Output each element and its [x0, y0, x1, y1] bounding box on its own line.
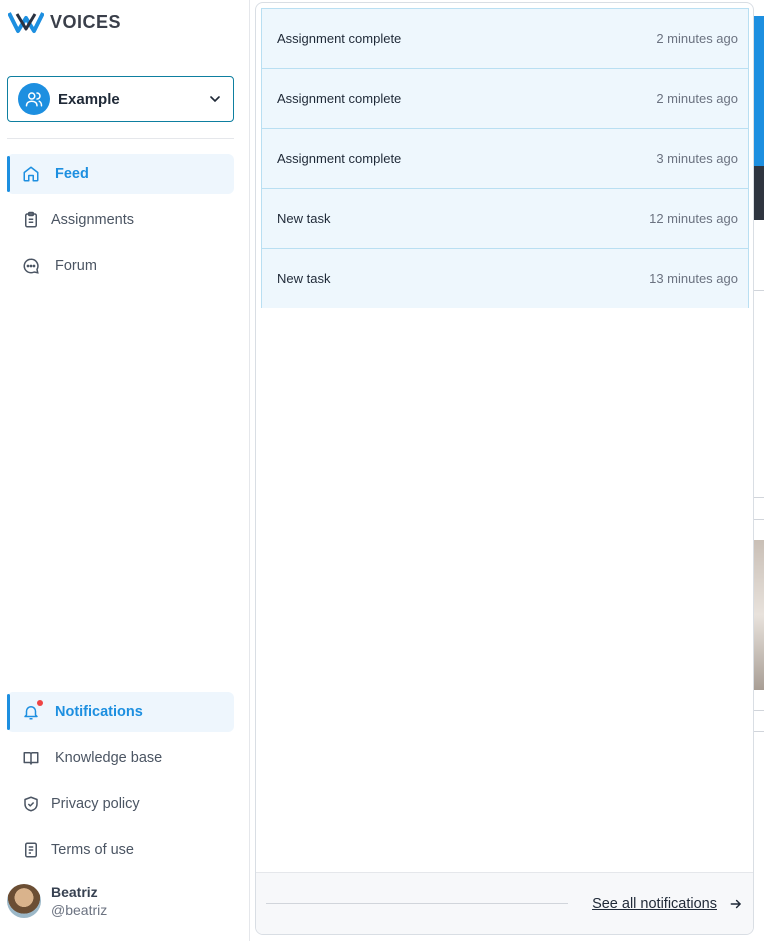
workspace-name: Example — [58, 90, 120, 108]
sidebar-item-label: Knowledge base — [55, 750, 163, 766]
notification-list: Assignment complete 2 minutes ago Assign… — [261, 8, 749, 308]
notification-title: New task — [277, 211, 331, 226]
document-icon — [21, 840, 41, 860]
sidebar: VOICES Example Feed Assignments Forum No… — [0, 0, 250, 941]
see-all-label: See all notifications — [592, 895, 717, 912]
notification-title: Assignment complete — [277, 151, 402, 166]
app-logo[interactable]: VOICES — [8, 10, 121, 34]
workspace-avatar — [18, 83, 50, 115]
sidebar-item-assignments[interactable]: Assignments — [7, 200, 234, 240]
sidebar-item-feed[interactable]: Feed — [7, 154, 234, 194]
sidebar-item-label: Notifications — [55, 704, 143, 720]
notification-item[interactable]: Assignment complete 3 minutes ago — [261, 128, 749, 188]
user-profile[interactable]: Beatriz @beatriz — [7, 884, 107, 918]
sidebar-item-label: Forum — [55, 258, 97, 274]
sidebar-item-label: Feed — [55, 166, 89, 182]
notification-title: Assignment complete — [277, 91, 402, 106]
notification-time: 2 minutes ago — [656, 31, 738, 46]
bell-icon — [21, 700, 43, 722]
notification-item[interactable]: New task 13 minutes ago — [261, 248, 749, 308]
notification-item[interactable]: Assignment complete 2 minutes ago — [261, 8, 749, 68]
notification-time: 2 minutes ago — [656, 91, 738, 106]
notifications-panel: Assignment complete 2 minutes ago Assign… — [255, 2, 754, 935]
sidebar-item-label: Assignments — [51, 212, 135, 228]
notification-title: New task — [277, 271, 331, 286]
notifications-footer: See all notifications — [256, 872, 753, 934]
workspace-selector[interactable]: Example — [7, 76, 234, 122]
clipboard-icon — [21, 210, 41, 230]
shield-check-icon — [21, 794, 41, 814]
notification-time: 3 minutes ago — [656, 151, 738, 166]
sidebar-item-privacy-policy[interactable]: Privacy policy — [7, 784, 234, 824]
notification-title: Assignment complete — [277, 31, 402, 46]
notification-time: 13 minutes ago — [649, 271, 738, 286]
sidebar-divider — [7, 138, 234, 139]
sidebar-item-label: Terms of use — [51, 842, 134, 858]
voices-logo-icon — [8, 12, 44, 33]
notification-time: 12 minutes ago — [649, 211, 738, 226]
sidebar-item-forum[interactable]: Forum — [7, 246, 234, 286]
footer-divider — [266, 903, 569, 904]
notification-item[interactable]: Assignment complete 2 minutes ago — [261, 68, 749, 128]
notification-item[interactable]: New task 12 minutes ago — [261, 188, 749, 248]
home-icon — [21, 164, 41, 184]
see-all-notifications-link[interactable]: See all notifications — [592, 896, 743, 912]
user-handle: @beatriz — [51, 902, 108, 918]
notification-badge — [37, 700, 43, 706]
chevron-down-icon — [210, 96, 220, 103]
book-icon — [21, 748, 41, 768]
sidebar-item-knowledge-base[interactable]: Knowledge base — [7, 738, 234, 778]
sidebar-item-label: Privacy policy — [51, 796, 140, 812]
sidebar-item-terms-of-use[interactable]: Terms of use — [7, 830, 234, 870]
arrow-right-icon — [730, 899, 742, 908]
chat-bubble-icon — [21, 256, 41, 276]
users-icon — [25, 92, 43, 107]
app-name: VOICES — [50, 11, 122, 32]
sidebar-item-notifications[interactable]: Notifications — [7, 692, 234, 732]
avatar — [7, 884, 41, 918]
user-name: Beatriz — [51, 884, 98, 900]
